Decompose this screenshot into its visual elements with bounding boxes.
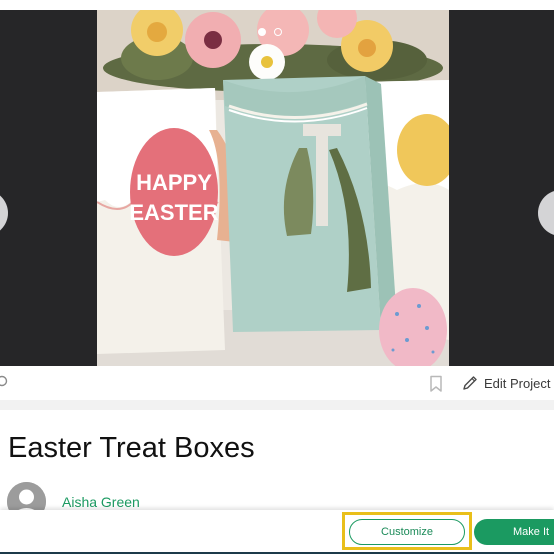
- customize-button[interactable]: Customize: [349, 519, 465, 545]
- section-divider: [0, 400, 554, 410]
- pencil-icon: [463, 376, 477, 390]
- make-it-button[interactable]: Make It: [474, 519, 554, 545]
- bottom-action-bar: Customize Make It: [0, 510, 554, 554]
- carousel-dot[interactable]: [274, 28, 282, 36]
- edit-project-button[interactable]: Edit Project: [462, 375, 550, 391]
- carousel-next-button[interactable]: [538, 190, 554, 236]
- project-photo: HAPPY EASTER: [97, 10, 449, 366]
- project-title: Easter Treat Boxes: [8, 432, 255, 464]
- partial-icon: [0, 375, 8, 387]
- edit-project-label: Edit Project: [484, 375, 551, 391]
- image-carousel: HAPPY EASTER: [0, 0, 554, 366]
- carousel-dot-active[interactable]: [258, 28, 266, 36]
- easter-tag-text: EASTER: [129, 200, 218, 225]
- author-link[interactable]: Aisha Green: [62, 494, 140, 510]
- carousel-prev-button[interactable]: [0, 190, 8, 236]
- top-strip: [0, 0, 554, 10]
- carousel-dots: [258, 28, 282, 36]
- action-bar: Edit Project: [0, 366, 554, 400]
- bookmark-icon[interactable]: [428, 375, 444, 393]
- happy-tag-text: HAPPY: [136, 170, 212, 195]
